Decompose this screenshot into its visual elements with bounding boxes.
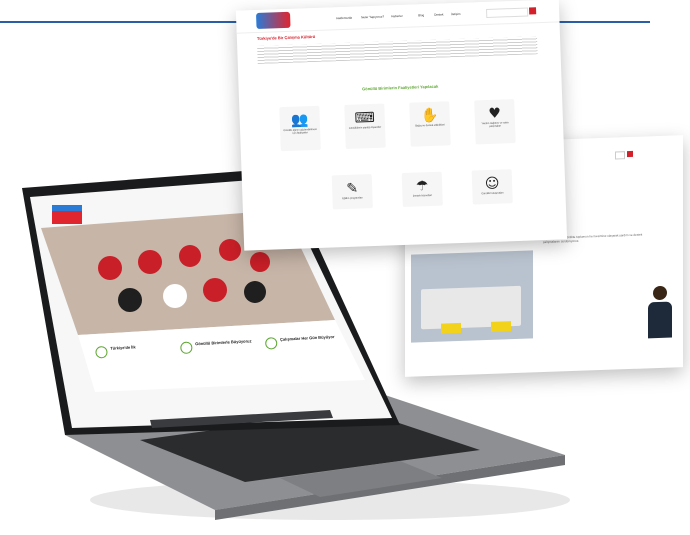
site-logo <box>256 11 291 29</box>
nav-item-6[interactable]: İletişim <box>451 12 460 16</box>
nav-item-5[interactable]: Destek <box>434 12 443 16</box>
handshake-icon: ✋ <box>420 107 439 125</box>
support-icon: ☂ <box>415 178 429 195</box>
middle-panel-photo <box>411 250 533 343</box>
nav-item-2[interactable]: Neler Yapıyoruz? <box>361 15 384 20</box>
nav-item-1[interactable]: Hakkımızda <box>336 16 352 21</box>
service-card-7[interactable]: ☺ Gönüllü buluşmaları <box>471 169 513 205</box>
search-icon[interactable] <box>615 151 625 160</box>
menu-button[interactable] <box>627 150 633 158</box>
service-card-4[interactable]: ♥ Yardım dağıtımı ve saha çalışmaları <box>474 99 516 145</box>
nav-item-3[interactable]: Haberler <box>391 14 403 18</box>
service-card-1[interactable]: 👥 Gönüllü ağının güçlendirilmesi için fa… <box>279 105 321 152</box>
map-icon <box>95 345 108 359</box>
service-card-6[interactable]: ☂ Destek hizmetleri <box>401 171 443 208</box>
section-title: Gönüllü Birimlerin Faaliyetleri Yapılaca… <box>362 83 439 92</box>
front-panel-headline: Türkiye'de Bir Çalışma Kültürü <box>256 33 316 41</box>
growth-icon <box>264 337 278 350</box>
service-card-2[interactable]: ⌨ Gönüllülerin yaptığı ziyaretler <box>344 103 386 149</box>
mascot-boy <box>645 285 675 341</box>
education-icon: ✎ <box>346 180 359 197</box>
helping-icon: ♥ <box>488 105 502 122</box>
search-button[interactable] <box>528 7 537 15</box>
front-panel: Hakkımızda Neler Yapıyoruz? Haberler Blo… <box>235 0 568 251</box>
intro-text <box>257 36 538 64</box>
nav-item-4[interactable]: Blog <box>418 13 424 17</box>
service-card-3[interactable]: ✋ Bağış ve destek etkinlikleri <box>409 101 451 147</box>
volunteer-icon: ☺ <box>484 175 500 193</box>
service-card-5[interactable]: ✎ Eğitim programları <box>331 174 373 210</box>
desk-work-icon: ⌨ <box>354 109 376 127</box>
search-field[interactable] <box>486 7 529 18</box>
people-meeting-icon: 👥 <box>290 112 309 129</box>
team-icon <box>180 341 193 355</box>
